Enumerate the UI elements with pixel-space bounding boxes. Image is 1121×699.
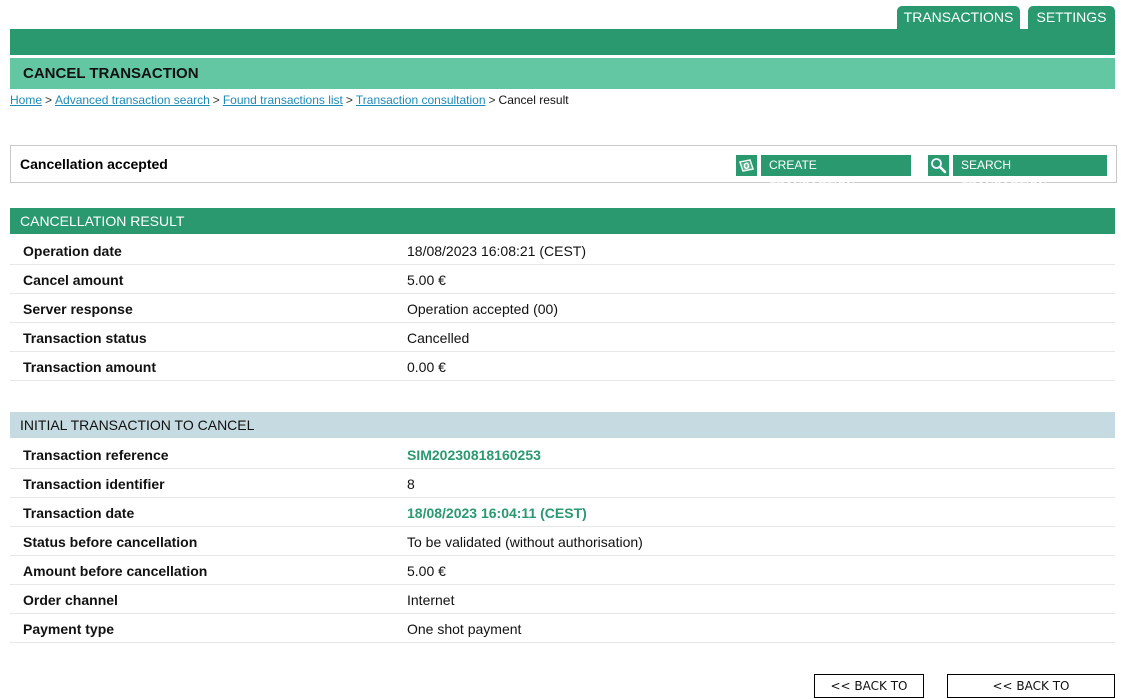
tab-transactions[interactable]: TRANSACTIONS [897,6,1020,29]
row-label: Order channel [23,592,118,608]
table-row: Amount before cancellation 5.00 € [10,556,1115,585]
transaction-reference-link[interactable]: SIM20230818160253 [407,447,541,463]
breadcrumb-home[interactable]: Home [10,93,42,107]
breadcrumb-advanced-search[interactable]: Advanced transaction search [55,93,210,107]
initial-transaction-table: Transaction reference SIM20230818160253 … [10,440,1115,643]
row-label: Status before cancellation [23,534,198,550]
cancellation-result-header: CANCELLATION RESULT [10,208,1115,234]
create-transaction-label: CREATE TRANSACTION [761,155,911,193]
row-value: One shot payment [407,621,522,637]
row-label: Cancel amount [23,272,124,288]
table-row: Transaction amount 0.00 € [10,352,1115,381]
main-nav-tabs: TRANSACTIONS SETTINGS [897,6,1115,29]
table-row: Transaction identifier 8 [10,469,1115,498]
breadcrumb-consultation[interactable]: Transaction consultation [356,93,486,107]
search-transaction-label: SEARCH TRANSACTION [953,155,1107,193]
table-row: Transaction status Cancelled [10,323,1115,352]
row-label: Transaction reference [23,447,169,463]
table-row: Order channel Internet [10,585,1115,614]
row-value: Internet [407,592,455,608]
breadcrumb-separator: > [345,93,353,107]
row-value: 8 [407,476,415,492]
table-row: Status before cancellation To be validat… [10,527,1115,556]
table-row: Cancel amount 5.00 € [10,265,1115,294]
row-label: Transaction amount [23,359,157,375]
transaction-date-link[interactable]: 18/08/2023 16:04:11 (CEST) [407,505,587,521]
row-value: 5.00 € [407,563,446,579]
create-transaction-button[interactable]: CREATE TRANSACTION [736,155,911,193]
row-label: Server response [23,301,133,317]
row-value: 18/08/2023 16:08:21 (CEST) [407,243,587,259]
row-label: Amount before cancellation [23,563,208,579]
row-value: To be validated (without authorisation) [407,534,643,550]
title-bar: CANCEL TRANSACTION [10,58,1115,89]
row-value: 5.00 € [407,272,446,288]
row-label: Transaction date [23,505,135,521]
breadcrumb-found-list[interactable]: Found transactions list [223,93,343,107]
tab-settings[interactable]: SETTINGS [1028,6,1115,29]
initial-transaction-header: INITIAL TRANSACTION TO CANCEL [10,412,1115,438]
back-to-list-button[interactable]: << BACK TO LIST [814,674,924,698]
table-row: Server response Operation accepted (00) [10,294,1115,323]
back-to-transaction-button[interactable]: << BACK TO TRANSACTION [947,674,1115,698]
breadcrumb: Home > Advanced transaction search > Found t… [10,93,569,107]
table-row: Payment type One shot payment [10,614,1115,643]
table-row: Transaction reference SIM20230818160253 [10,440,1115,469]
breadcrumb-separator: > [212,93,220,107]
cancellation-result-table: Operation date 18/08/2023 16:08:21 (CEST… [10,236,1115,381]
row-label: Transaction identifier [23,476,165,492]
banknote-icon [736,155,757,176]
row-label: Payment type [23,621,115,637]
page-title: CANCEL TRANSACTION [23,65,199,82]
row-label: Transaction status [23,330,147,346]
search-transaction-button[interactable]: SEARCH TRANSACTION [928,155,1107,193]
magnifier-icon [928,155,949,176]
row-value: Cancelled [407,330,470,346]
breadcrumb-current: Cancel result [498,93,569,107]
row-label: Operation date [23,243,122,259]
top-bar [10,29,1115,55]
row-value: 0.00 € [407,359,446,375]
row-value: Operation accepted (00) [407,301,558,317]
table-row: Transaction date 18/08/2023 16:04:11 (CE… [10,498,1115,527]
status-box: Cancellation accepted CREATE TRANSACTION… [10,145,1117,193]
breadcrumb-separator: > [45,93,53,107]
table-row: Operation date 18/08/2023 16:08:21 (CEST… [10,236,1115,265]
breadcrumb-separator: > [488,93,496,107]
status-message: Cancellation accepted [20,156,168,172]
